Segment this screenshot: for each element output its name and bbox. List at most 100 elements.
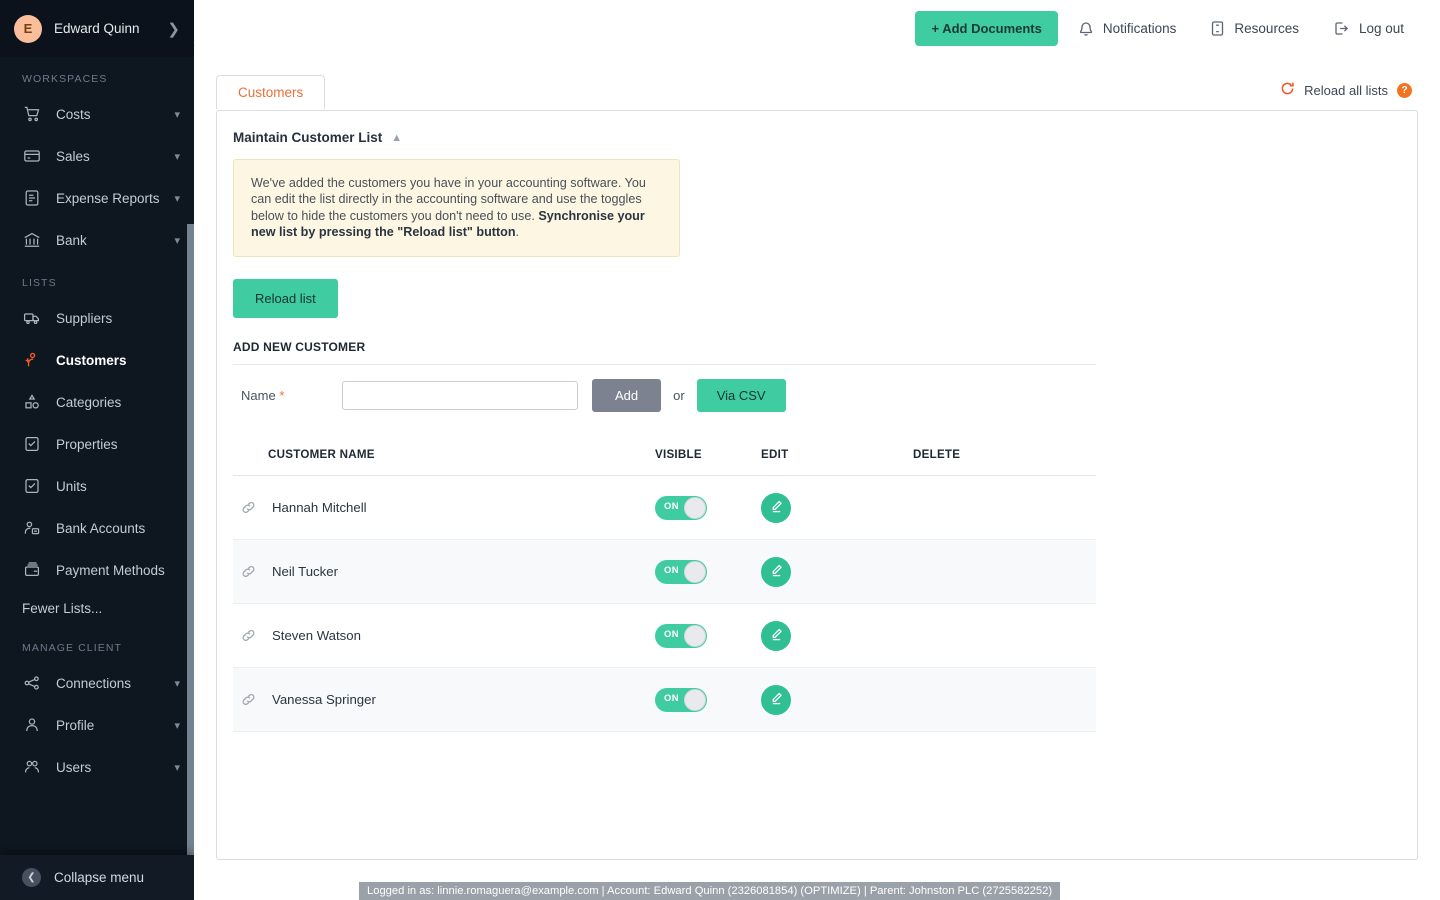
reload-all-lists-button[interactable]: Reload all lists ?: [1280, 81, 1412, 99]
edit-button[interactable]: [761, 493, 791, 523]
add-new-customer-heading: ADD NEW CUSTOMER: [233, 340, 1417, 354]
column-visible: VISIBLE: [655, 448, 761, 476]
sidebar: E Edward Quinn ❯ WORKSPACES Costs ▾ Sale…: [0, 0, 194, 900]
tab-bar: Customers Reload all lists ?: [194, 57, 1440, 110]
sidebar-section-manage-client: MANAGE CLIENT: [0, 626, 194, 662]
required-mark: *: [279, 388, 284, 403]
name-label: Name *: [241, 388, 342, 403]
sidebar-item-connections[interactable]: Connections ▾: [0, 662, 194, 704]
toggle-state-label: ON: [664, 565, 679, 576]
sidebar-item-label: Suppliers: [56, 310, 180, 327]
sidebar-item-categories[interactable]: Categories: [0, 381, 194, 423]
chevron-up-icon[interactable]: ▲: [391, 132, 402, 144]
bell-icon: [1078, 20, 1094, 37]
sidebar-item-label: Costs: [56, 106, 160, 123]
name-label-text: Name: [241, 388, 276, 403]
sidebar-item-customers[interactable]: Customers: [0, 339, 194, 381]
sidebar-item-units[interactable]: Units: [0, 465, 194, 507]
customers-table-body: Hannah Mitchell ON: [233, 476, 1096, 732]
chevron-right-icon: ❯: [167, 20, 180, 38]
toggle-knob: [684, 497, 706, 519]
link-icon: [241, 628, 256, 643]
add-documents-button[interactable]: + Add Documents: [915, 11, 1057, 46]
edit-button[interactable]: [761, 557, 791, 587]
logout-icon: [1333, 20, 1350, 37]
resources-nav-item[interactable]: Resources: [1196, 12, 1313, 45]
visible-toggle[interactable]: ON: [655, 624, 707, 648]
column-delete: DELETE: [913, 448, 1096, 476]
sidebar-item-label: Users: [56, 759, 160, 776]
table-row: Neil Tucker ON: [233, 540, 1096, 604]
visible-toggle[interactable]: ON: [655, 496, 707, 520]
chevron-down-icon: ▾: [174, 234, 180, 247]
sidebar-item-label: Bank: [56, 232, 160, 249]
pencil-icon: [769, 627, 784, 645]
sidebar-scroll-area: WORKSPACES Costs ▾ Sales ▾: [0, 57, 194, 900]
sidebar-item-label: Connections: [56, 675, 160, 692]
column-customer-name: CUSTOMER NAME: [233, 448, 655, 476]
visible-toggle[interactable]: ON: [655, 560, 707, 584]
card-icon: [22, 146, 42, 166]
sidebar-item-sales[interactable]: Sales ▾: [0, 135, 194, 177]
book-icon: [1210, 20, 1225, 37]
sidebar-section-workspaces: WORKSPACES: [0, 57, 194, 93]
sidebar-item-bank-accounts[interactable]: Bank Accounts: [0, 507, 194, 549]
link-icon: [241, 564, 256, 579]
notifications-nav-item[interactable]: Notifications: [1064, 12, 1191, 45]
collapse-menu-label: Collapse menu: [54, 870, 144, 885]
sidebar-item-expense-reports[interactable]: Expense Reports ▾: [0, 177, 194, 219]
help-icon[interactable]: ?: [1397, 83, 1412, 98]
sidebar-fewer-lists-link[interactable]: Fewer Lists...: [0, 591, 194, 626]
cell-visible: ON: [655, 668, 761, 732]
cart-icon: [22, 104, 42, 124]
sidebar-item-properties[interactable]: Properties: [0, 423, 194, 465]
sidebar-item-users[interactable]: Users ▾: [0, 746, 194, 788]
cell-edit: [761, 476, 913, 540]
sidebar-user-switcher[interactable]: E Edward Quinn ❯: [0, 0, 194, 57]
pencil-icon: [769, 691, 784, 709]
sidebar-section-lists: LISTS: [0, 261, 194, 297]
customers-table-head: CUSTOMER NAME VISIBLE EDIT DELETE: [233, 448, 1096, 476]
cell-edit: [761, 604, 913, 668]
pencil-icon: [769, 563, 784, 581]
add-button[interactable]: Add: [592, 379, 661, 412]
cell-customer-name: Vanessa Springer: [233, 668, 655, 732]
cell-customer-name: Neil Tucker: [233, 540, 655, 604]
properties-icon: [22, 434, 42, 454]
visible-toggle[interactable]: ON: [655, 688, 707, 712]
customers-table: CUSTOMER NAME VISIBLE EDIT DELETE: [233, 448, 1096, 732]
status-bar: Logged in as: linnie.romaguera@example.c…: [359, 882, 1060, 900]
reload-list-button[interactable]: Reload list: [233, 279, 338, 318]
cell-customer-name: Steven Watson: [233, 604, 655, 668]
sidebar-item-suppliers[interactable]: Suppliers: [0, 297, 194, 339]
chevron-down-icon: ▾: [174, 719, 180, 732]
chevron-down-icon: ▾: [174, 192, 180, 205]
table-row: Hannah Mitchell ON: [233, 476, 1096, 540]
reload-icon: [1280, 81, 1295, 99]
cell-delete: [913, 604, 1096, 668]
collapse-menu-button[interactable]: ❮ Collapse menu: [0, 855, 194, 900]
sidebar-scrollbar[interactable]: [187, 114, 194, 900]
sidebar-item-bank[interactable]: Bank ▾: [0, 219, 194, 261]
sidebar-scrollbar-thumb[interactable]: [187, 224, 194, 900]
units-icon: [22, 476, 42, 496]
or-separator: or: [673, 388, 685, 403]
sidebar-user-name: Edward Quinn: [54, 21, 155, 36]
table-row: Steven Watson ON: [233, 604, 1096, 668]
sidebar-item-label: Units: [56, 478, 180, 495]
edit-button[interactable]: [761, 621, 791, 651]
cell-customer-name: Hannah Mitchell: [233, 476, 655, 540]
chevron-down-icon: ▾: [174, 150, 180, 163]
tab-customers[interactable]: Customers: [216, 75, 325, 109]
logout-nav-item[interactable]: Log out: [1319, 12, 1418, 45]
toggle-knob: [684, 561, 706, 583]
sidebar-item-profile[interactable]: Profile ▾: [0, 704, 194, 746]
customer-name-input[interactable]: [342, 381, 578, 410]
sidebar-item-payment-methods[interactable]: Payment Methods: [0, 549, 194, 591]
via-csv-button[interactable]: Via CSV: [697, 379, 786, 412]
main-content: Customers Reload all lists ? Maintain Cu…: [194, 57, 1440, 900]
toggle-state-label: ON: [664, 693, 679, 704]
edit-button[interactable]: [761, 685, 791, 715]
sidebar-item-costs[interactable]: Costs ▾: [0, 93, 194, 135]
table-row: Vanessa Springer ON: [233, 668, 1096, 732]
